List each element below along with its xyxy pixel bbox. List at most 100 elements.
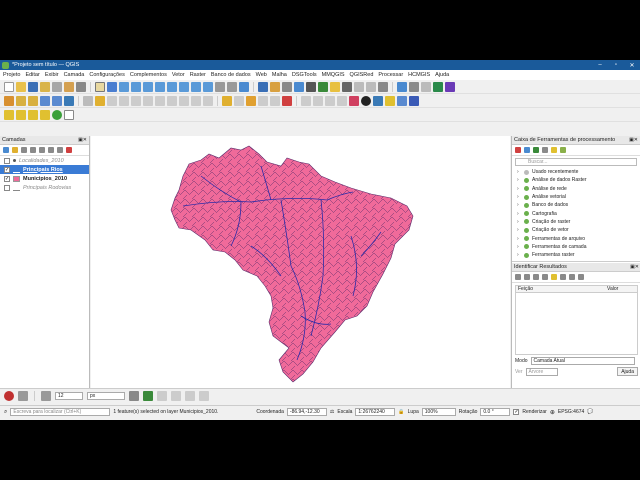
new-spatialite-layer-icon[interactable] <box>40 95 50 106</box>
layer-checkbox[interactable] <box>4 157 10 164</box>
undo-icon[interactable] <box>191 95 201 106</box>
crs-button[interactable]: EPSG:4674 <box>558 409 584 415</box>
messages-icon[interactable]: 💬 <box>587 409 593 415</box>
cut-features-icon[interactable] <box>155 95 165 106</box>
new-memory-layer-icon[interactable] <box>52 95 62 106</box>
panel-close-icon[interactable]: ▣✕ <box>630 264 640 270</box>
deselect-features-icon[interactable] <box>28 109 38 120</box>
vertex-tool-icon[interactable] <box>131 95 141 106</box>
new-print-layout-icon[interactable] <box>52 81 62 92</box>
zoom-next-icon[interactable] <box>203 81 213 92</box>
remove-layer-icon[interactable] <box>66 147 72 153</box>
zoom-in-icon[interactable] <box>119 81 129 92</box>
select-by-location-icon[interactable] <box>40 109 50 120</box>
expand-new-icon[interactable] <box>533 274 539 280</box>
add-group-icon[interactable] <box>12 147 18 153</box>
select-feature-icon[interactable] <box>551 274 557 280</box>
expand-arrow-icon[interactable]: › <box>517 211 521 217</box>
label-tool-icon[interactable] <box>222 95 232 106</box>
show-bookmarks-icon[interactable] <box>354 81 364 92</box>
panel-close-icon[interactable]: ▣✕ <box>629 137 640 143</box>
toolbox-group[interactable]: › Análise de rede <box>512 185 640 193</box>
toolbox-group[interactable]: › Criação de raster <box>512 218 640 226</box>
options-icon[interactable] <box>560 147 566 153</box>
results-viewer-icon[interactable] <box>533 147 539 153</box>
menu-banco-de-dados[interactable]: Banco de dados <box>211 72 251 78</box>
text-annotation-icon[interactable] <box>378 81 388 92</box>
plugin-tool-icon[interactable] <box>313 95 323 106</box>
menu-ajuda[interactable]: Ajuda <box>435 72 449 78</box>
open-attribute-table-icon[interactable] <box>270 81 280 92</box>
filter-expression-icon[interactable] <box>39 147 45 153</box>
scripts-icon[interactable] <box>551 147 557 153</box>
render-checkbox[interactable]: ✓ <box>513 409 520 415</box>
python-console-icon[interactable] <box>397 81 407 92</box>
processing-toolbox-icon[interactable] <box>294 81 304 92</box>
menu-dsgtools[interactable]: DSGTools <box>292 72 317 78</box>
panel-close-icon[interactable]: ▣✕ <box>78 137 89 143</box>
refresh-icon[interactable] <box>239 81 249 92</box>
georeferencer-icon[interactable] <box>52 109 62 120</box>
open-project-icon[interactable] <box>16 81 26 92</box>
label-tool-icon[interactable] <box>282 95 292 106</box>
expand-arrow-icon[interactable]: › <box>517 236 521 242</box>
menu-projeto[interactable]: Projeto <box>3 72 20 78</box>
plugin-tool-icon[interactable] <box>171 390 181 401</box>
plugin-tool-icon[interactable] <box>361 95 371 106</box>
maximize-button[interactable]: ▫ <box>608 62 624 68</box>
toolbox-group[interactable]: › Análise de dados Raster <box>512 176 640 184</box>
copy-feature-icon[interactable] <box>560 274 566 280</box>
layer-checkbox[interactable]: ✓ <box>4 175 10 182</box>
plugin-tool-icon[interactable] <box>199 390 209 401</box>
menu-hcmgis[interactable]: HCMGIS <box>408 72 430 78</box>
label-tool-icon[interactable] <box>234 95 244 106</box>
new-project-icon[interactable] <box>4 81 14 92</box>
paste-features-icon[interactable] <box>179 95 189 106</box>
python-icon[interactable] <box>385 95 395 106</box>
plugin-tool-icon[interactable] <box>409 81 419 92</box>
expand-arrow-icon[interactable]: › <box>517 169 521 175</box>
menu-complementos[interactable]: Complementos <box>130 72 167 78</box>
record-icon[interactable] <box>4 390 14 401</box>
zoom-layer-icon[interactable] <box>167 81 177 92</box>
new-geopackage-layer-icon[interactable] <box>16 95 26 106</box>
toolbox-group[interactable]: › Banco de dados <box>512 201 640 209</box>
layer-checkbox[interactable] <box>4 184 10 191</box>
help-button[interactable]: Ajuda <box>617 367 638 376</box>
zoom-last-icon[interactable] <box>191 81 201 92</box>
toolbox-group[interactable]: › Análise vetorial <box>512 193 640 201</box>
locator-search-input[interactable]: Escreva para localizar (Ctrl+K) <box>10 408 111 416</box>
zoom-native-icon[interactable] <box>179 81 189 92</box>
plugin-tool-icon[interactable] <box>64 109 74 120</box>
digitize-icon[interactable] <box>119 95 129 106</box>
size-input[interactable]: 12 <box>55 391 83 400</box>
menu-qgisred[interactable]: QGISRed <box>350 72 374 78</box>
zoom-selection-icon[interactable] <box>155 81 165 92</box>
redo-icon[interactable] <box>203 95 213 106</box>
label-tool-icon[interactable] <box>246 95 256 106</box>
map-tips-icon[interactable] <box>330 81 340 92</box>
menu-editar[interactable]: Editar <box>25 72 39 78</box>
menu-configuracoes[interactable]: Configurações <box>89 72 124 78</box>
layer-item-principais-rodovias[interactable]: Principais Rodovias <box>0 183 89 192</box>
plugin-tool-icon[interactable] <box>349 95 359 106</box>
collapse-tree-icon[interactable] <box>524 274 530 280</box>
open-layer-styling-icon[interactable] <box>3 147 9 153</box>
menu-processar[interactable]: Processar <box>378 72 403 78</box>
filter-legend-icon[interactable] <box>30 147 36 153</box>
annotation-icon[interactable] <box>366 81 376 92</box>
expand-tree-icon[interactable] <box>515 274 521 280</box>
new-virtual-layer-icon[interactable] <box>64 95 74 106</box>
plugin-tool-icon[interactable] <box>409 95 419 106</box>
plugin-tool-icon[interactable] <box>325 95 335 106</box>
pan-to-selection-icon[interactable] <box>107 81 117 92</box>
identify-settings-icon[interactable] <box>578 274 584 280</box>
collapse-all-icon[interactable] <box>57 147 63 153</box>
layer-checkbox[interactable]: ✓ <box>4 166 10 173</box>
layer-item-localidades[interactable]: Localidades_2010 <box>0 156 89 165</box>
plugin-tool-icon[interactable] <box>41 390 51 401</box>
toolbox-group[interactable]: › Cartografia <box>512 209 640 217</box>
menu-vetor[interactable]: Vetor <box>172 72 185 78</box>
view-select[interactable]: Árvore <box>525 367 558 376</box>
plugin-tool-icon[interactable] <box>301 95 311 106</box>
